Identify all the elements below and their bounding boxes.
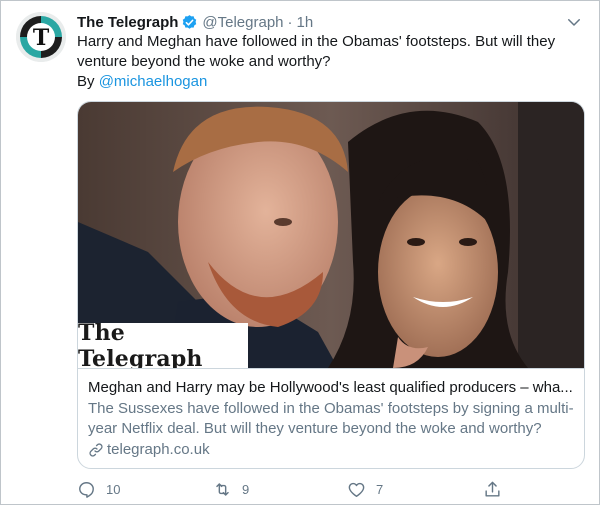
reply-count: 10: [106, 481, 121, 497]
like-icon: [348, 482, 365, 497]
telegraph-avatar: T: [16, 12, 66, 62]
like-count: 7: [376, 481, 384, 497]
card-domain-text: telegraph.co.uk: [107, 441, 210, 458]
telegraph-logo: The Telegraph: [78, 319, 248, 369]
card-title[interactable]: Meghan and Harry may be Hollywood's leas…: [88, 378, 574, 398]
retweet-count: 9: [242, 481, 250, 497]
display-name[interactable]: The Telegraph: [77, 14, 178, 31]
byline: By @michaelhogan: [77, 72, 207, 92]
verified-icon: [181, 14, 198, 31]
reply-button[interactable]: 10: [77, 477, 120, 501]
tweet-header: The Telegraph @Telegraph · 1h: [77, 12, 579, 32]
reply-icon: [79, 481, 94, 498]
link-card[interactable]: The Telegraph Meghan and Harry may be Ho…: [77, 101, 585, 469]
card-body[interactable]: Meghan and Harry may be Hollywood's leas…: [78, 368, 584, 468]
link-icon: [88, 442, 104, 458]
card-description: The Sussexes have followed in the Obamas…: [88, 400, 574, 437]
byline-prefix: By: [77, 73, 99, 90]
like-button[interactable]: 7: [347, 477, 383, 501]
logo-text: The Telegraph: [78, 319, 203, 369]
share-button[interactable]: [483, 477, 502, 501]
timestamp[interactable]: 1h: [297, 14, 314, 31]
handle[interactable]: @Telegraph: [202, 14, 283, 31]
svg-text:T: T: [33, 25, 50, 51]
chevron-down-icon[interactable]: [565, 13, 583, 31]
share-icon: [485, 481, 500, 497]
tweet-text: Harry and Meghan have followed in the Ob…: [77, 33, 556, 70]
retweet-icon: [216, 482, 229, 496]
tweet-container: T The Telegraph @Telegraph · 1h Harry an…: [0, 0, 600, 505]
tweet-actions: 10 9 7: [77, 477, 507, 501]
retweet-button[interactable]: 9: [213, 477, 249, 501]
separator-dot: ·: [287, 13, 293, 31]
card-image[interactable]: The Telegraph: [78, 102, 584, 368]
author-mention-link[interactable]: @michaelhogan: [99, 73, 208, 90]
avatar[interactable]: T: [16, 12, 66, 62]
card-domain[interactable]: telegraph.co.uk: [88, 440, 574, 460]
